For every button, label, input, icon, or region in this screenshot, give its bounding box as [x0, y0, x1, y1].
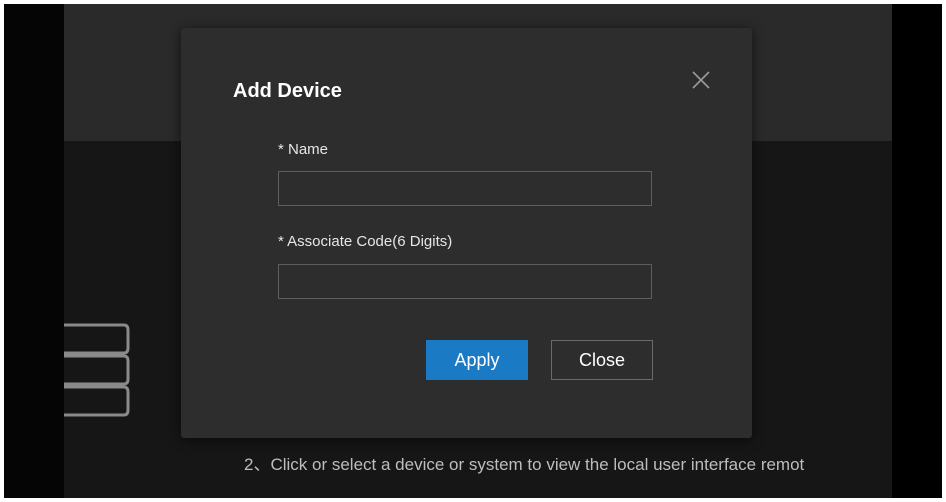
associate-code-input[interactable]	[278, 264, 652, 299]
add-device-dialog: Add Device * Name * Associate Code(6 Dig…	[181, 28, 752, 438]
close-button[interactable]: Close	[551, 340, 653, 380]
dialog-title: Add Device	[233, 80, 342, 102]
name-input[interactable]	[278, 171, 652, 206]
right-edge-strip	[892, 4, 942, 498]
close-icon[interactable]	[689, 68, 713, 92]
associate-code-label: * Associate Code(6 Digits)	[278, 233, 453, 250]
apply-button[interactable]: Apply	[426, 340, 528, 380]
name-label: * Name	[278, 141, 329, 158]
instruction-text: 2、Click or select a device or system to …	[244, 455, 805, 474]
